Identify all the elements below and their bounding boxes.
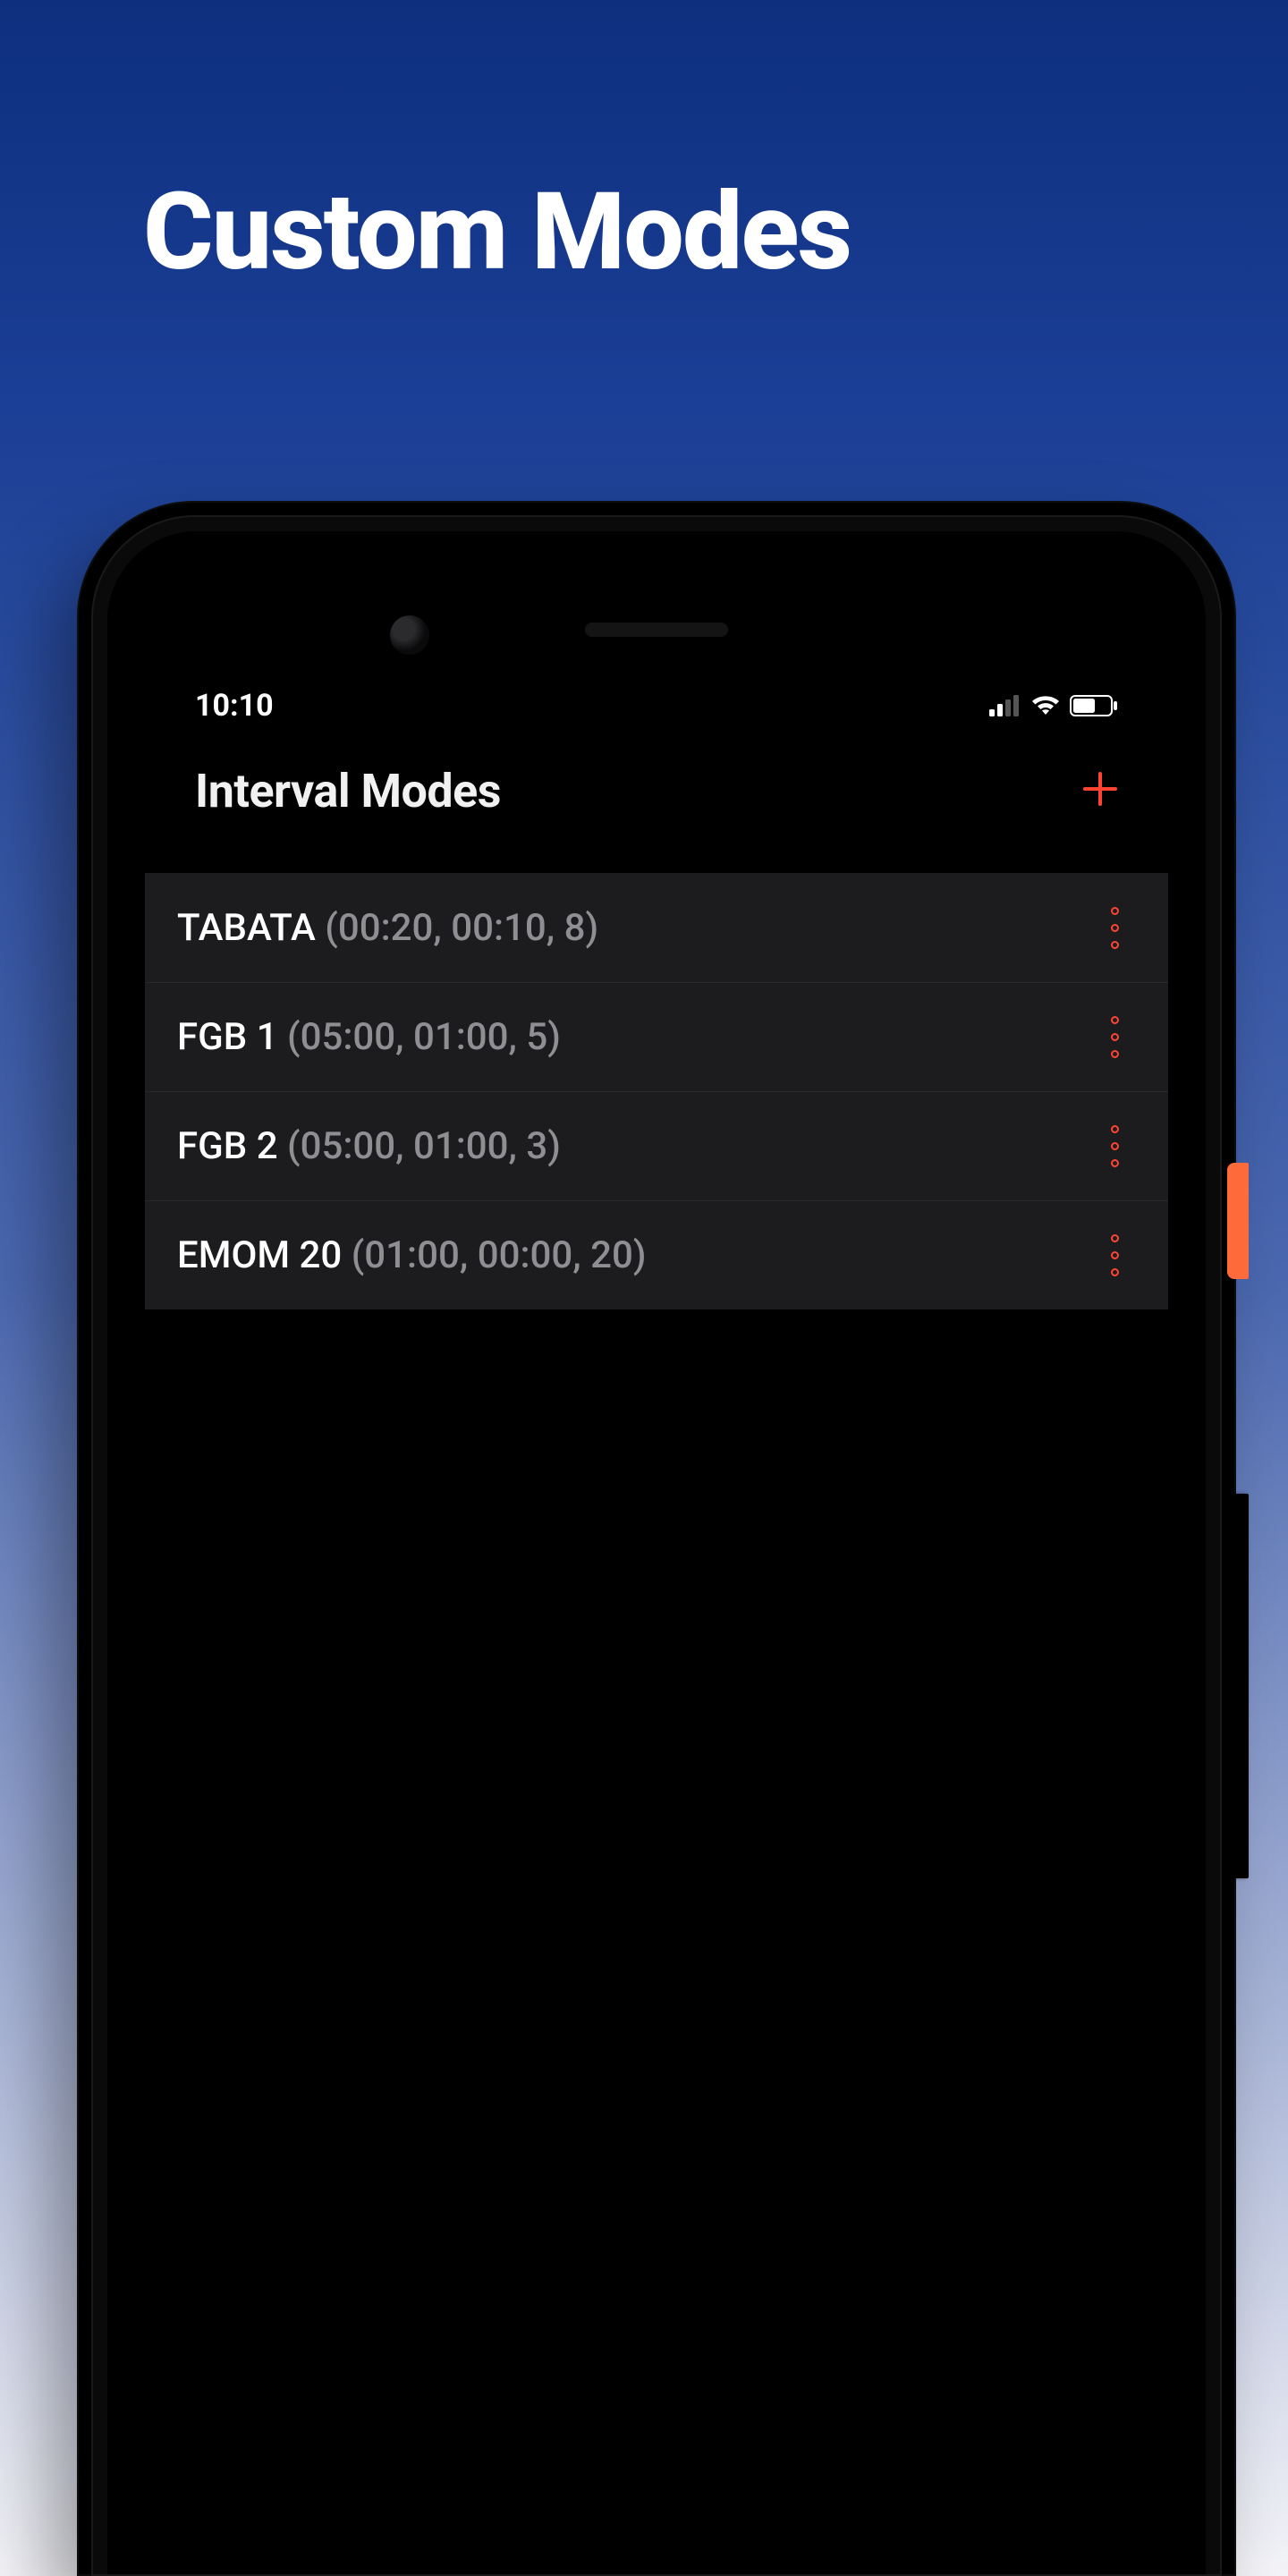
- mode-name: EMOM 20: [177, 1233, 342, 1277]
- app-header: Interval Modes: [145, 737, 1168, 844]
- row-menu-button[interactable]: [1097, 1011, 1132, 1064]
- row-menu-button[interactable]: [1097, 901, 1132, 954]
- device-power-button: [1227, 1163, 1249, 1279]
- device-speaker: [585, 623, 728, 637]
- modes-list: TABATA (00:20, 00:10, 8) FGB 1 (05:00, 0…: [145, 873, 1168, 1309]
- device-volume-button: [1227, 1494, 1249, 1878]
- add-mode-button[interactable]: [1073, 764, 1127, 818]
- more-vertical-icon: [1111, 1234, 1119, 1242]
- mode-name: TABATA: [177, 906, 316, 950]
- list-item[interactable]: FGB 1 (05:00, 01:00, 5): [145, 982, 1168, 1091]
- device-frame: 10:10: [77, 501, 1236, 2576]
- status-bar: 10:10: [145, 674, 1168, 737]
- battery-icon: [1070, 695, 1118, 716]
- more-vertical-icon: [1111, 1125, 1119, 1133]
- wifi-icon: [1030, 695, 1061, 716]
- mode-params: (00:20, 00:10, 8): [325, 906, 598, 950]
- more-vertical-icon: [1111, 907, 1119, 915]
- mode-params: (05:00, 01:00, 3): [287, 1124, 561, 1168]
- list-item[interactable]: FGB 2 (05:00, 01:00, 3): [145, 1091, 1168, 1200]
- promo-title: Custom Modes: [143, 170, 851, 295]
- status-icons: [989, 695, 1118, 716]
- page-title: Interval Modes: [195, 764, 501, 818]
- mode-name: FGB 2: [177, 1124, 278, 1168]
- mode-params: (01:00, 00:00, 20): [352, 1233, 647, 1277]
- mode-name: FGB 1: [177, 1015, 278, 1059]
- list-item[interactable]: TABATA (00:20, 00:10, 8): [145, 873, 1168, 982]
- status-time: 10:10: [195, 688, 274, 724]
- row-menu-button[interactable]: [1097, 1229, 1132, 1283]
- device-camera: [390, 615, 429, 655]
- mode-params: (05:00, 01:00, 5): [287, 1015, 561, 1059]
- app-screen: 10:10: [145, 674, 1168, 2574]
- plus-icon: [1081, 770, 1119, 811]
- row-menu-button[interactable]: [1097, 1120, 1132, 1174]
- cellular-icon: [989, 695, 1021, 716]
- more-vertical-icon: [1111, 1016, 1119, 1024]
- list-item[interactable]: EMOM 20 (01:00, 00:00, 20): [145, 1200, 1168, 1309]
